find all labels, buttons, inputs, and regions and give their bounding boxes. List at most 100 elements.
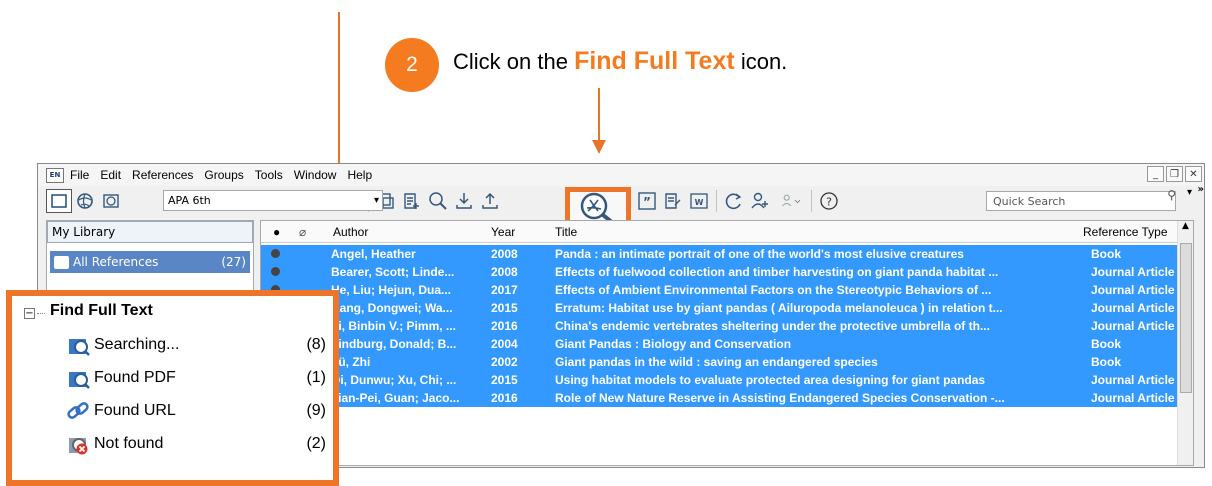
- vertical-scrollbar[interactable]: ▲: [1177, 221, 1193, 465]
- group-sharing-icon[interactable]: [773, 189, 807, 213]
- group-found-pdf[interactable]: Found PDF (1): [66, 365, 326, 391]
- instruction-before: Click on the: [453, 49, 575, 74]
- window-controls: _ ❐ ✕: [1145, 166, 1202, 182]
- my-library-header[interactable]: My Library: [47, 221, 253, 243]
- cell-year: 2015: [491, 373, 518, 387]
- menu-tools[interactable]: Tools: [255, 168, 283, 182]
- collapse-toggle-icon[interactable]: −: [24, 308, 35, 319]
- local-library-mode-icon[interactable]: [46, 189, 72, 213]
- table-row[interactable]: Tian-Pei, Guan; Jaco... 2016 Role of New…: [261, 389, 1193, 407]
- cell-type: Book: [1091, 355, 1121, 369]
- search-icon[interactable]: ⚲: [1167, 188, 1176, 202]
- table-row[interactable]: Kang, Dongwei; Wa... 2015 Erratum: Habit…: [261, 299, 1193, 317]
- cell-type: Journal Article: [1091, 319, 1175, 333]
- table-row[interactable]: Li, Binbin V.; Pimm, ... 2016 China's en…: [261, 317, 1193, 335]
- column-title[interactable]: Title: [555, 225, 1091, 239]
- menu-help[interactable]: Help: [347, 168, 372, 182]
- cell-title: Effects of Ambient Environmental Factors…: [555, 283, 992, 297]
- cell-author: Lü, Zhi: [331, 355, 371, 369]
- group-label: All References: [73, 255, 159, 269]
- cell-author: Lindburg, Donald; B...: [331, 337, 457, 351]
- table-row[interactable]: Qi, Dunwu; Xu, Chi; ... 2015 Using habit…: [261, 371, 1193, 389]
- cell-year: 2004: [491, 337, 518, 351]
- group-all-references[interactable]: All References (27): [50, 251, 250, 273]
- menu-references[interactable]: References: [132, 168, 193, 182]
- cell-type: Journal Article: [1091, 391, 1175, 405]
- toolbar-separator: [716, 190, 717, 212]
- insert-citation-icon[interactable]: ”: [634, 189, 660, 213]
- menu-file[interactable]: File: [70, 168, 89, 182]
- cell-author: Angel, Heather: [331, 247, 416, 261]
- tree-connector: [37, 313, 45, 314]
- toolbar-separator: [811, 190, 812, 212]
- group-searching[interactable]: Searching... (8): [66, 332, 326, 358]
- group-found-url[interactable]: Found URL (9): [66, 398, 326, 424]
- menu-window[interactable]: Window: [294, 168, 337, 182]
- share-library-icon[interactable]: [747, 189, 773, 213]
- find-full-text-group-title[interactable]: Find Full Text: [50, 302, 153, 320]
- attachment-column-icon[interactable]: ⌀: [299, 225, 306, 239]
- menu-edit[interactable]: Edit: [100, 168, 121, 182]
- online-search-mode-icon[interactable]: [72, 189, 98, 213]
- searching-icon: [69, 339, 90, 356]
- group-count: (1): [306, 369, 326, 386]
- cell-title: Giant pandas in the wild : saving an end…: [555, 355, 878, 369]
- column-year[interactable]: Year: [491, 225, 541, 239]
- output-style-select[interactable]: APA 6th ▾: [163, 190, 383, 211]
- cell-author: Bearer, Scott; Linde...: [331, 265, 455, 279]
- minimize-icon[interactable]: _: [1147, 166, 1164, 182]
- output-style-value: APA 6th: [168, 194, 211, 207]
- cell-title: Giant Pandas : Biology and Conservation: [555, 337, 792, 351]
- group-count: (9): [306, 402, 326, 419]
- menu-groups[interactable]: Groups: [204, 168, 243, 182]
- table-row[interactable]: Lindburg, Donald; B... 2004 Giant Pandas…: [261, 335, 1193, 353]
- arrow-head: [592, 140, 606, 154]
- close-icon[interactable]: ✕: [1185, 166, 1202, 182]
- found-pdf-icon: [69, 372, 90, 389]
- restore-icon[interactable]: ❐: [1166, 166, 1183, 182]
- cell-year: 2008: [491, 265, 518, 279]
- import-icon[interactable]: [451, 189, 477, 213]
- scrollbar-thumb[interactable]: [1180, 243, 1192, 393]
- cell-type: Journal Article: [1091, 301, 1175, 315]
- cell-author: Li, Binbin V.; Pimm, ...: [331, 319, 456, 333]
- chevron-down-icon: ▾: [373, 195, 379, 206]
- toolbar-overflow-icon[interactable]: »: [1198, 184, 1204, 195]
- find-full-text-callout: − Find Full Text Searching... (8) Found …: [6, 290, 339, 486]
- not-found-icon: [69, 438, 88, 455]
- search-options-dropdown[interactable]: ▾: [1187, 187, 1192, 198]
- group-label: Found PDF: [94, 369, 176, 386]
- table-row[interactable]: Angel, Heather 2008 Panda : an intimate …: [261, 245, 1193, 263]
- column-reference-type[interactable]: Reference Type: [1083, 225, 1183, 239]
- cell-year: 2015: [491, 301, 518, 315]
- read-status-column-icon[interactable]: ●: [273, 225, 280, 239]
- group-label: Searching...: [94, 336, 180, 353]
- cell-title: Role of New Nature Reserve in Assisting …: [555, 391, 1005, 405]
- svg-text:”: ”: [643, 195, 651, 209]
- reference-list: ● ⌀ Author Year Title Reference Type Ang…: [260, 220, 1194, 466]
- export-icon[interactable]: [477, 189, 503, 213]
- scroll-up-icon[interactable]: ▲: [1178, 221, 1193, 231]
- cell-title: China's endemic vertebrates sheltering u…: [555, 319, 990, 333]
- group-count: (8): [306, 336, 326, 353]
- column-author[interactable]: Author: [333, 225, 489, 239]
- table-row[interactable]: Bearer, Scott; Linde... 2008 Effects of …: [261, 263, 1193, 281]
- table-row[interactable]: Lü, Zhi 2002 Giant pandas in the wild : …: [261, 353, 1193, 371]
- cell-year: 2008: [491, 247, 518, 261]
- integrated-library-mode-icon[interactable]: [98, 189, 124, 213]
- return-to-word-icon[interactable]: W: [686, 189, 712, 213]
- instruction-text: Click on the Find Full Text icon.: [453, 47, 787, 76]
- group-not-found[interactable]: Not found (2): [66, 431, 326, 457]
- format-bibliography-icon[interactable]: [660, 189, 686, 213]
- cell-year: 2002: [491, 355, 518, 369]
- cell-year: 2016: [491, 391, 518, 405]
- quick-search-input[interactable]: Quick Search: [986, 191, 1176, 211]
- sync-icon[interactable]: [721, 189, 747, 213]
- help-icon[interactable]: ?: [816, 189, 842, 213]
- instruction-highlight: Find Full Text: [574, 47, 735, 75]
- cell-title: Erratum: Habitat use by giant pandas ( A…: [555, 301, 1003, 315]
- cell-type: Book: [1091, 247, 1121, 261]
- online-search-icon[interactable]: [425, 189, 451, 213]
- table-row[interactable]: He, Liu; Hejun, Dua... 2017 Effects of A…: [261, 281, 1193, 299]
- new-reference-icon[interactable]: [399, 189, 425, 213]
